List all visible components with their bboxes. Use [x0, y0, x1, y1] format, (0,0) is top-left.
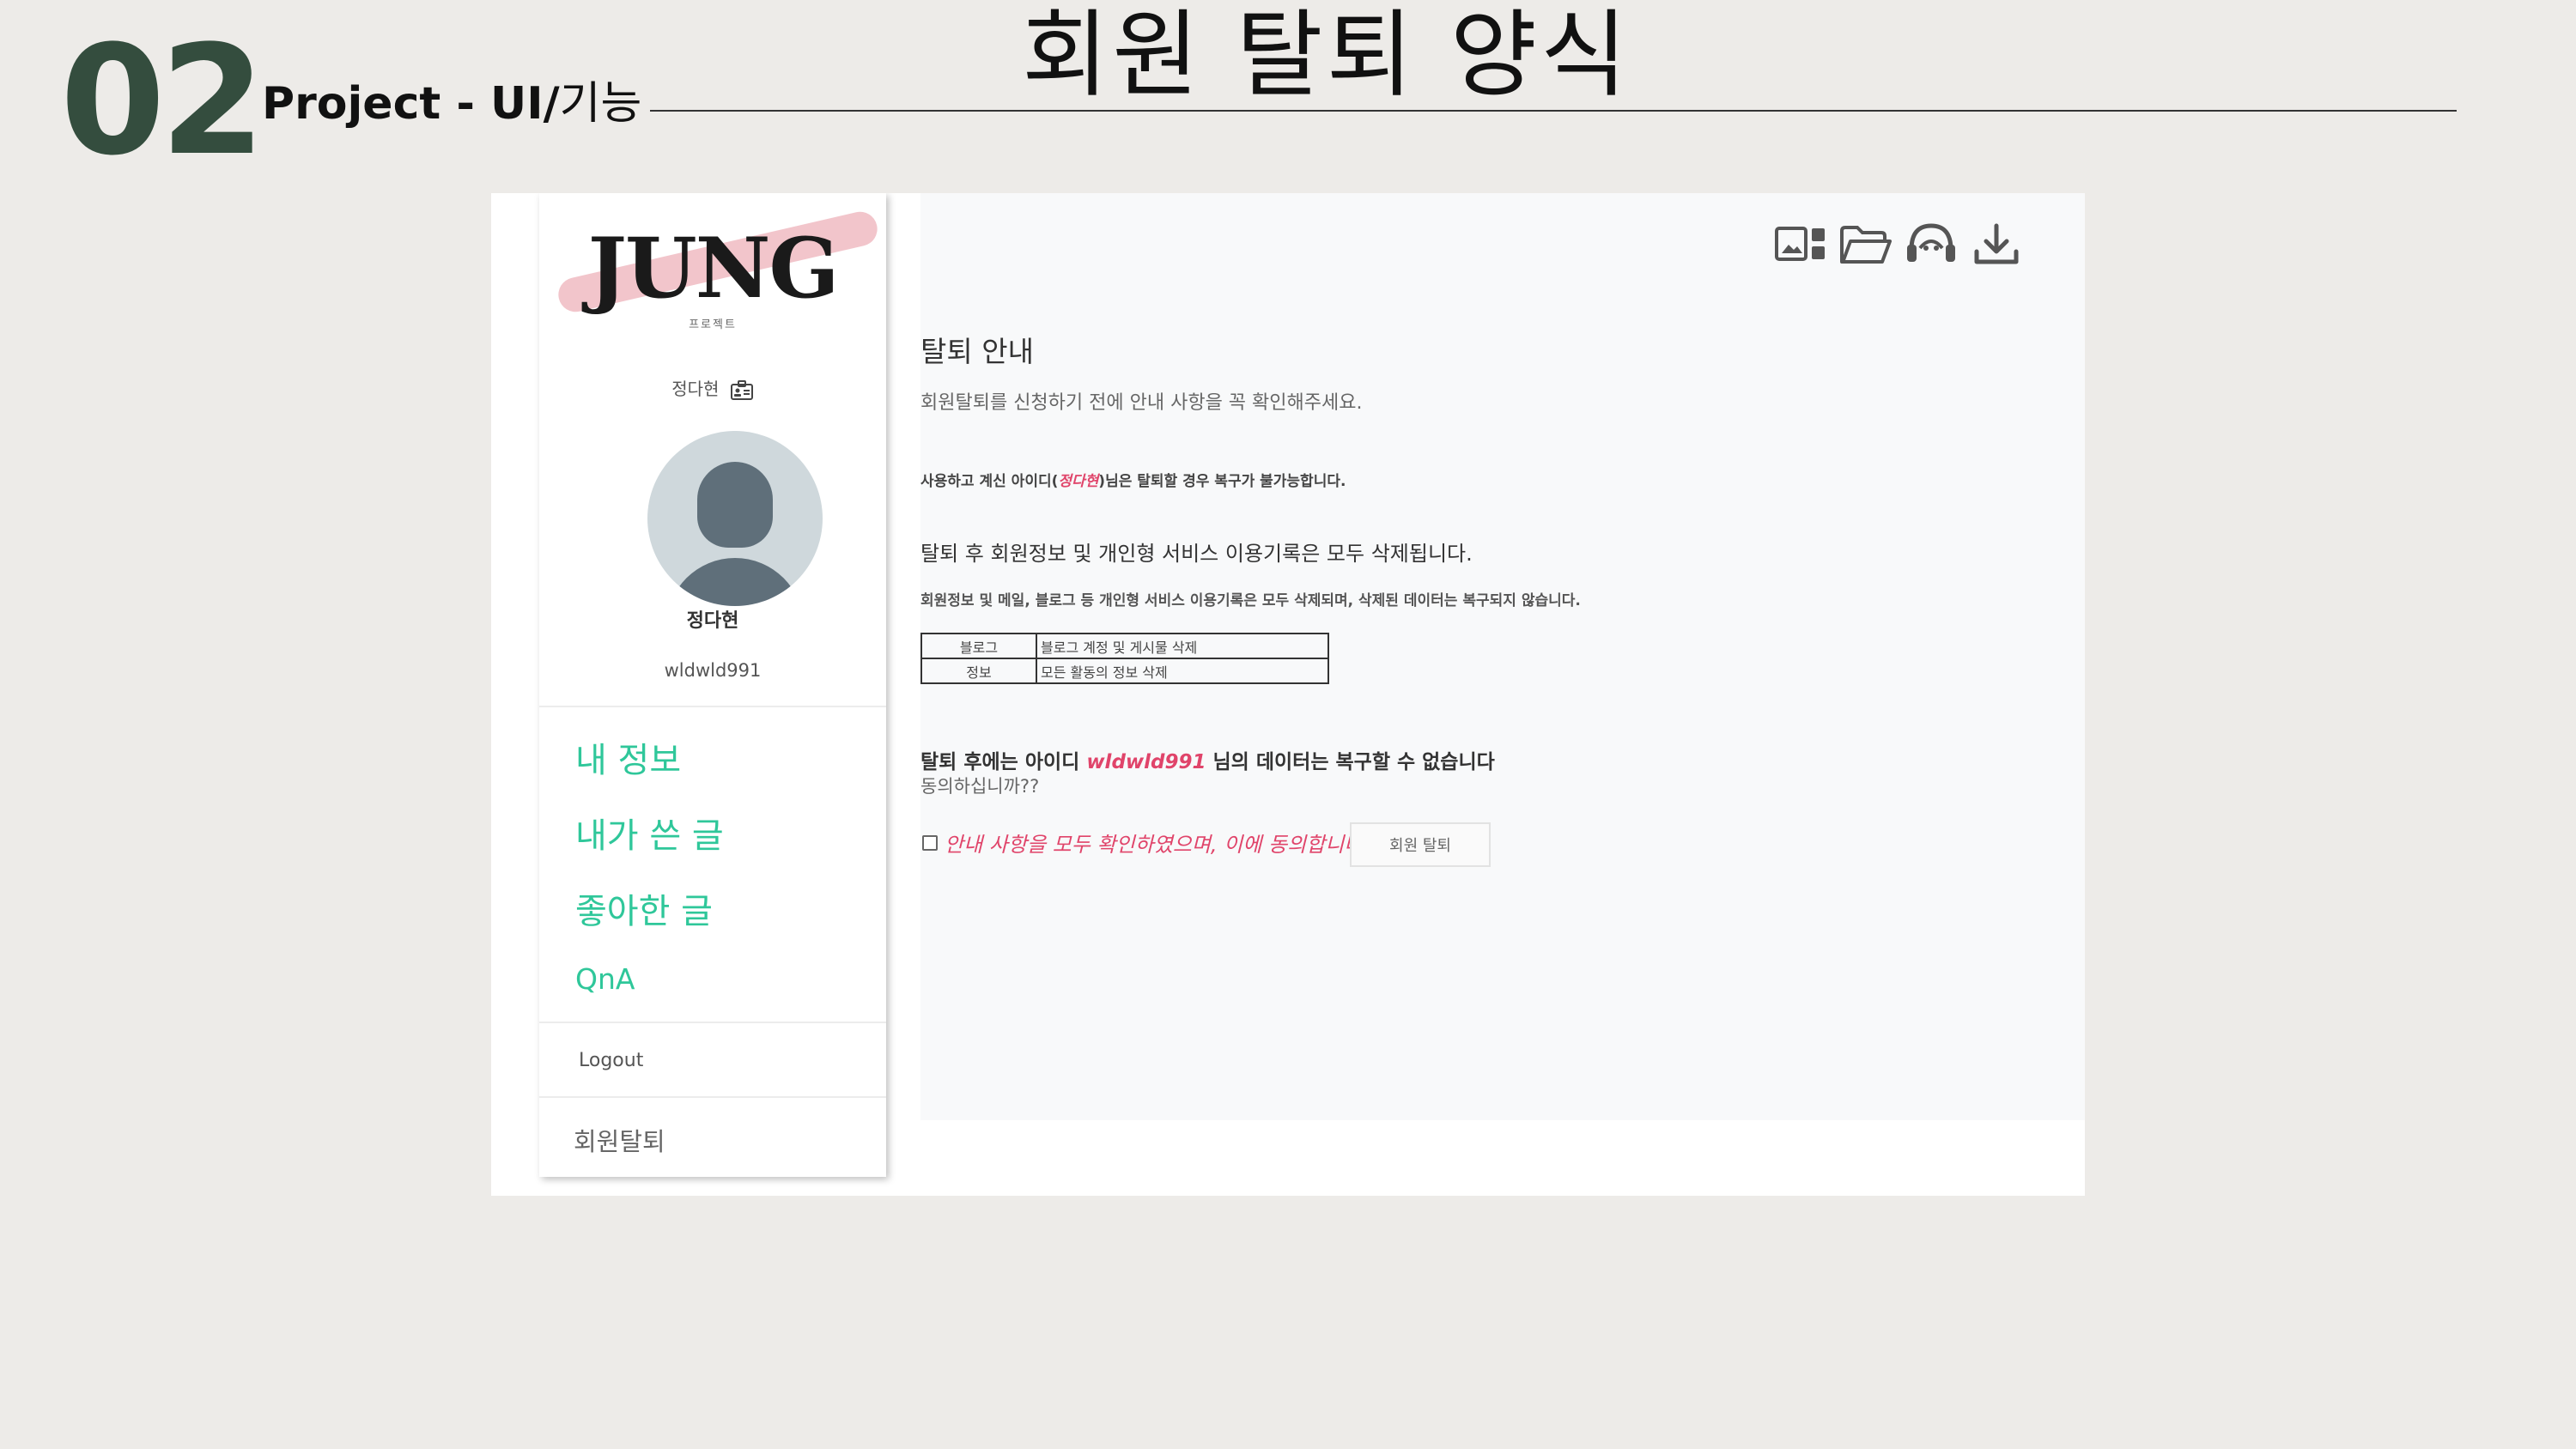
withdraw-intro: 회원탈퇴를 신청하기 전에 안내 사항을 꼭 확인해주세요.	[920, 392, 1363, 414]
menu-qna[interactable]: QnA	[575, 962, 635, 996]
table-cell-key: 블로그	[920, 633, 1037, 659]
agree-checkbox-row[interactable]: 안내 사항을 모두 확인하였으며, 이에 동의합니다.	[922, 828, 1370, 858]
deletion-table: 블로그 블로그 계정 및 게시물 삭제 정보 모든 활동의 정보 삭제	[920, 633, 1329, 684]
table-cell-value: 블로그 계정 및 게시물 삭제	[1036, 633, 1329, 659]
app-screenshot: JUNG 프로젝트 정다현 정다현 wldwld991 내 정보 내가 쓴 글 …	[491, 193, 2085, 1196]
slide-title: 회원 탈퇴 양식	[1022, 0, 1631, 110]
agree-checkbox[interactable]	[922, 834, 938, 851]
warning-user-name: 정다현	[1058, 473, 1099, 490]
sidebar-divider	[539, 1022, 886, 1023]
delete-notice: 탈퇴 후 회원정보 및 개인형 서비스 이용기록은 모두 삭제됩니다.	[920, 542, 1473, 566]
logout-link[interactable]: Logout	[579, 1050, 643, 1071]
menu-my-info[interactable]: 내 정보	[575, 732, 681, 782]
user-id: wldwld991	[664, 660, 762, 681]
final-warning-id: wldwld991	[1086, 751, 1206, 773]
sidebar: JUNG 프로젝트 정다현 정다현 wldwld991 내 정보 내가 쓴 글 …	[539, 193, 886, 1177]
table-row: 블로그 블로그 계정 및 게시물 삭제	[920, 633, 1329, 659]
menu-liked-posts[interactable]: 좋아한 글	[575, 883, 713, 933]
warning-pre: 사용하고 계신 아이디(	[920, 473, 1059, 490]
table-cell-key: 정보	[920, 658, 1037, 684]
withdraw-link[interactable]: 회원탈퇴	[574, 1122, 665, 1158]
sidebar-divider	[539, 1096, 886, 1098]
logo-subtitle: 프로젝트	[689, 318, 737, 331]
final-warning-post: 님의 데이터는 복구할 수 없습니다	[1206, 751, 1495, 773]
delete-detail: 회원정보 및 메일, 블로그 등 개인형 서비스 이용기록은 모두 삭제되며, …	[920, 592, 1581, 609]
user-name: 정다현	[686, 610, 739, 632]
withdraw-guide-title: 탈퇴 안내	[920, 335, 1034, 368]
sidebar-divider	[539, 706, 886, 707]
section-label-rest: 기능	[559, 78, 642, 130]
final-warning-pre: 탈퇴 후에는 아이디	[920, 751, 1087, 773]
agree-label[interactable]: 안내 사항을 모두 확인하였으며, 이에 동의합니다.	[945, 828, 1370, 858]
logo[interactable]: JUNG 프로젝트	[539, 193, 886, 348]
confirm-question: 동의하십니까??	[920, 776, 1040, 797]
user-name-header: 정다현	[539, 375, 886, 401]
image-layout-icon[interactable]	[1774, 221, 1827, 269]
folder-open-icon[interactable]	[1839, 221, 1893, 269]
download-icon[interactable]	[1970, 221, 2023, 269]
id-card-icon[interactable]	[730, 379, 754, 401]
main-content: 탈퇴 안내 회원탈퇴를 신청하기 전에 안내 사항을 꼭 확인해주세요. 사용하…	[920, 193, 2085, 1120]
table-row: 정보 모든 활동의 정보 삭제	[920, 658, 1329, 684]
avatar-body	[666, 558, 804, 606]
section-label-bold: Project - UI/	[262, 78, 560, 130]
avatar-head	[697, 462, 773, 548]
withdraw-warning: 사용하고 계신 아이디(정다현)님은 탈퇴할 경우 복구가 불가능합니다.	[920, 469, 1346, 490]
title-rule	[650, 110, 2457, 112]
user-name-header-text: 정다현	[671, 379, 720, 399]
table-cell-value: 모든 활동의 정보 삭제	[1036, 658, 1329, 684]
slide-number: 02	[60, 13, 265, 189]
final-warning: 탈퇴 후에는 아이디 wldwld991 님의 데이터는 복구할 수 없습니다	[920, 745, 1495, 774]
section-label: Project - UI/기능	[262, 82, 641, 126]
warning-post: )님은 탈퇴할 경우 복구가 불가능합니다.	[1098, 473, 1346, 490]
logo-text: JUNG	[587, 220, 840, 317]
menu-my-posts[interactable]: 내가 쓴 글	[575, 808, 724, 858]
withdraw-button[interactable]: 회원 탈퇴	[1350, 822, 1491, 867]
toolbar	[1774, 221, 2023, 269]
avatar[interactable]	[647, 431, 823, 606]
headset-icon[interactable]	[1905, 221, 1958, 269]
